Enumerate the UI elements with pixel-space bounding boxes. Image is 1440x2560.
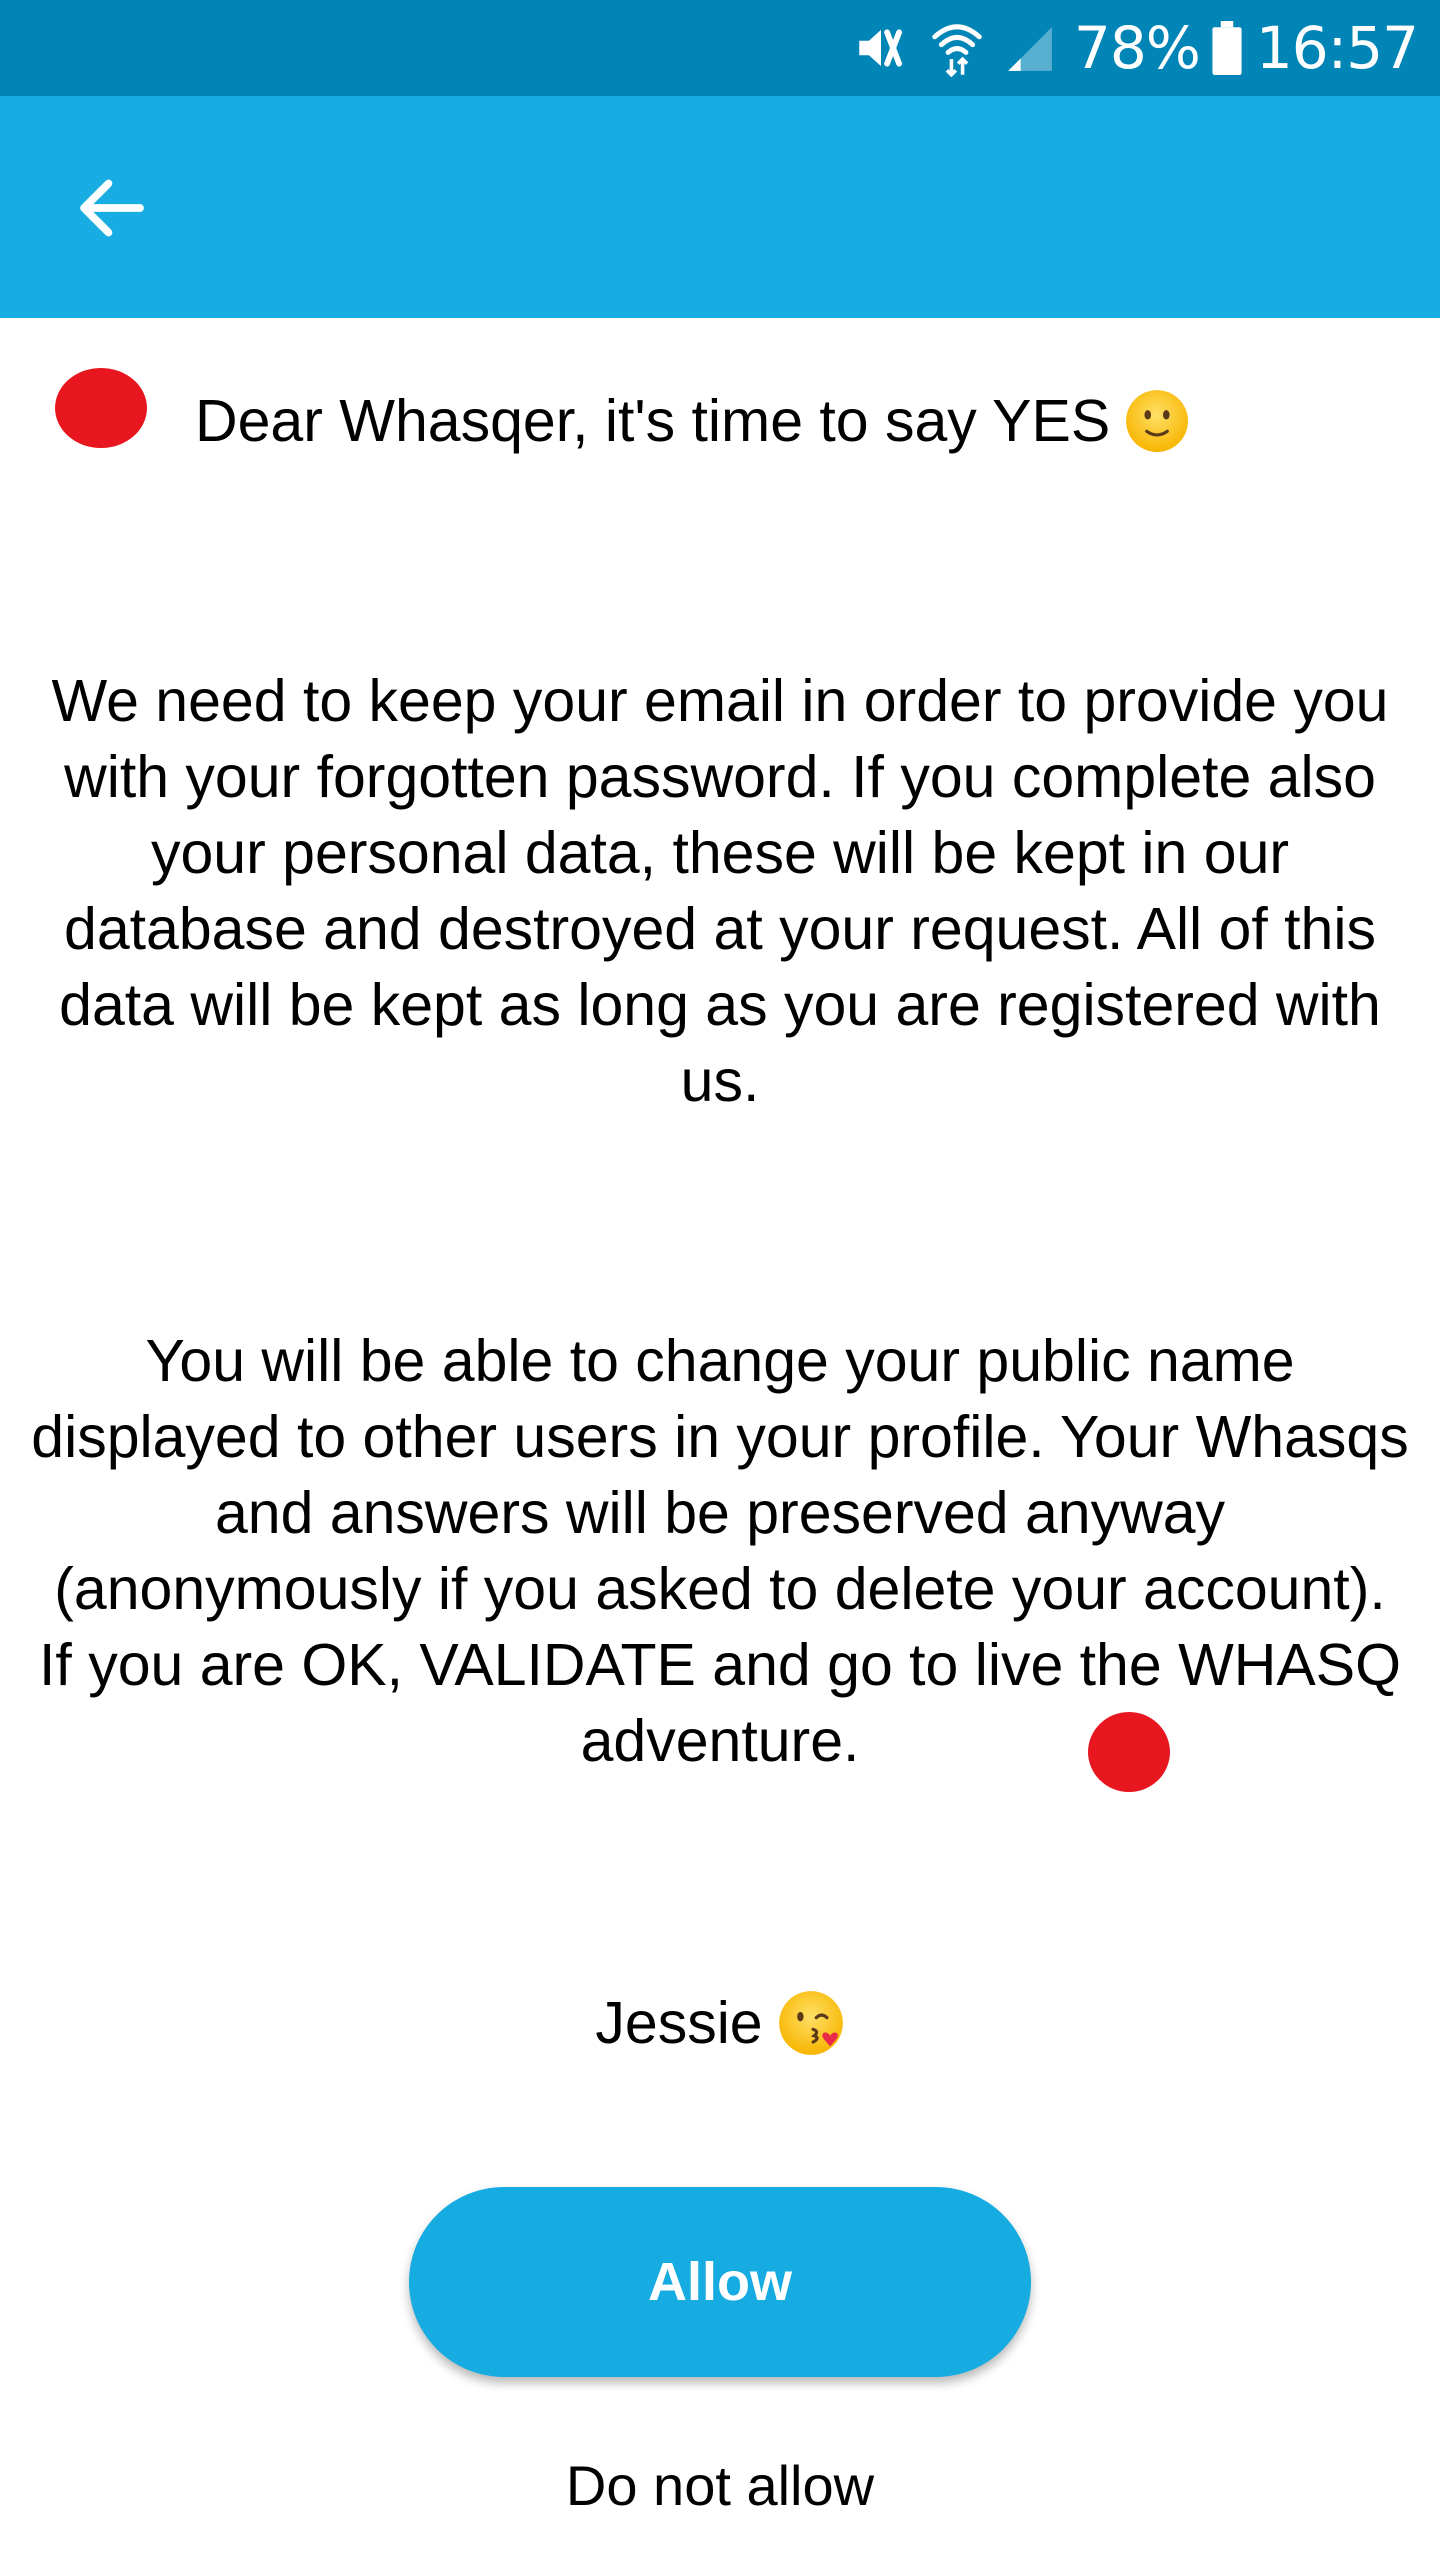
greeting-text: Dear Whasqer, it's time to say YES: [195, 388, 1111, 454]
signature: Jessie: [0, 1985, 1440, 2061]
smiling-face-icon: [1124, 388, 1190, 454]
status-bar: 78% 16:57: [0, 0, 1440, 96]
signal-icon: [1004, 23, 1054, 73]
arrow-left-icon: [70, 179, 154, 254]
wifi-icon: [930, 19, 984, 78]
red-marker-dot: [55, 368, 147, 448]
greeting-heading: Dear Whasqer, it's time to say YES: [195, 383, 1190, 459]
battery-percent: 78%: [1073, 14, 1201, 82]
email-policy-paragraph: We need to keep your email in order to p…: [51, 668, 1389, 1114]
allow-button[interactable]: Allow: [409, 2187, 1031, 2377]
signature-name: Jessie: [595, 1990, 763, 2056]
back-button[interactable]: [70, 166, 154, 250]
do-not-allow-button[interactable]: Do not allow: [0, 2448, 1440, 2524]
app-bar: [0, 96, 1440, 318]
battery-icon: [1212, 21, 1242, 75]
mute-icon: [852, 19, 910, 77]
status-icons: 78% 16:57: [852, 0, 1419, 96]
kiss-face-icon: [777, 1989, 845, 2057]
red-marker-dot: [1088, 1712, 1170, 1792]
public-name-paragraph: You will be able to change your public n…: [31, 1328, 1409, 1774]
clock: 16:57: [1255, 14, 1419, 82]
